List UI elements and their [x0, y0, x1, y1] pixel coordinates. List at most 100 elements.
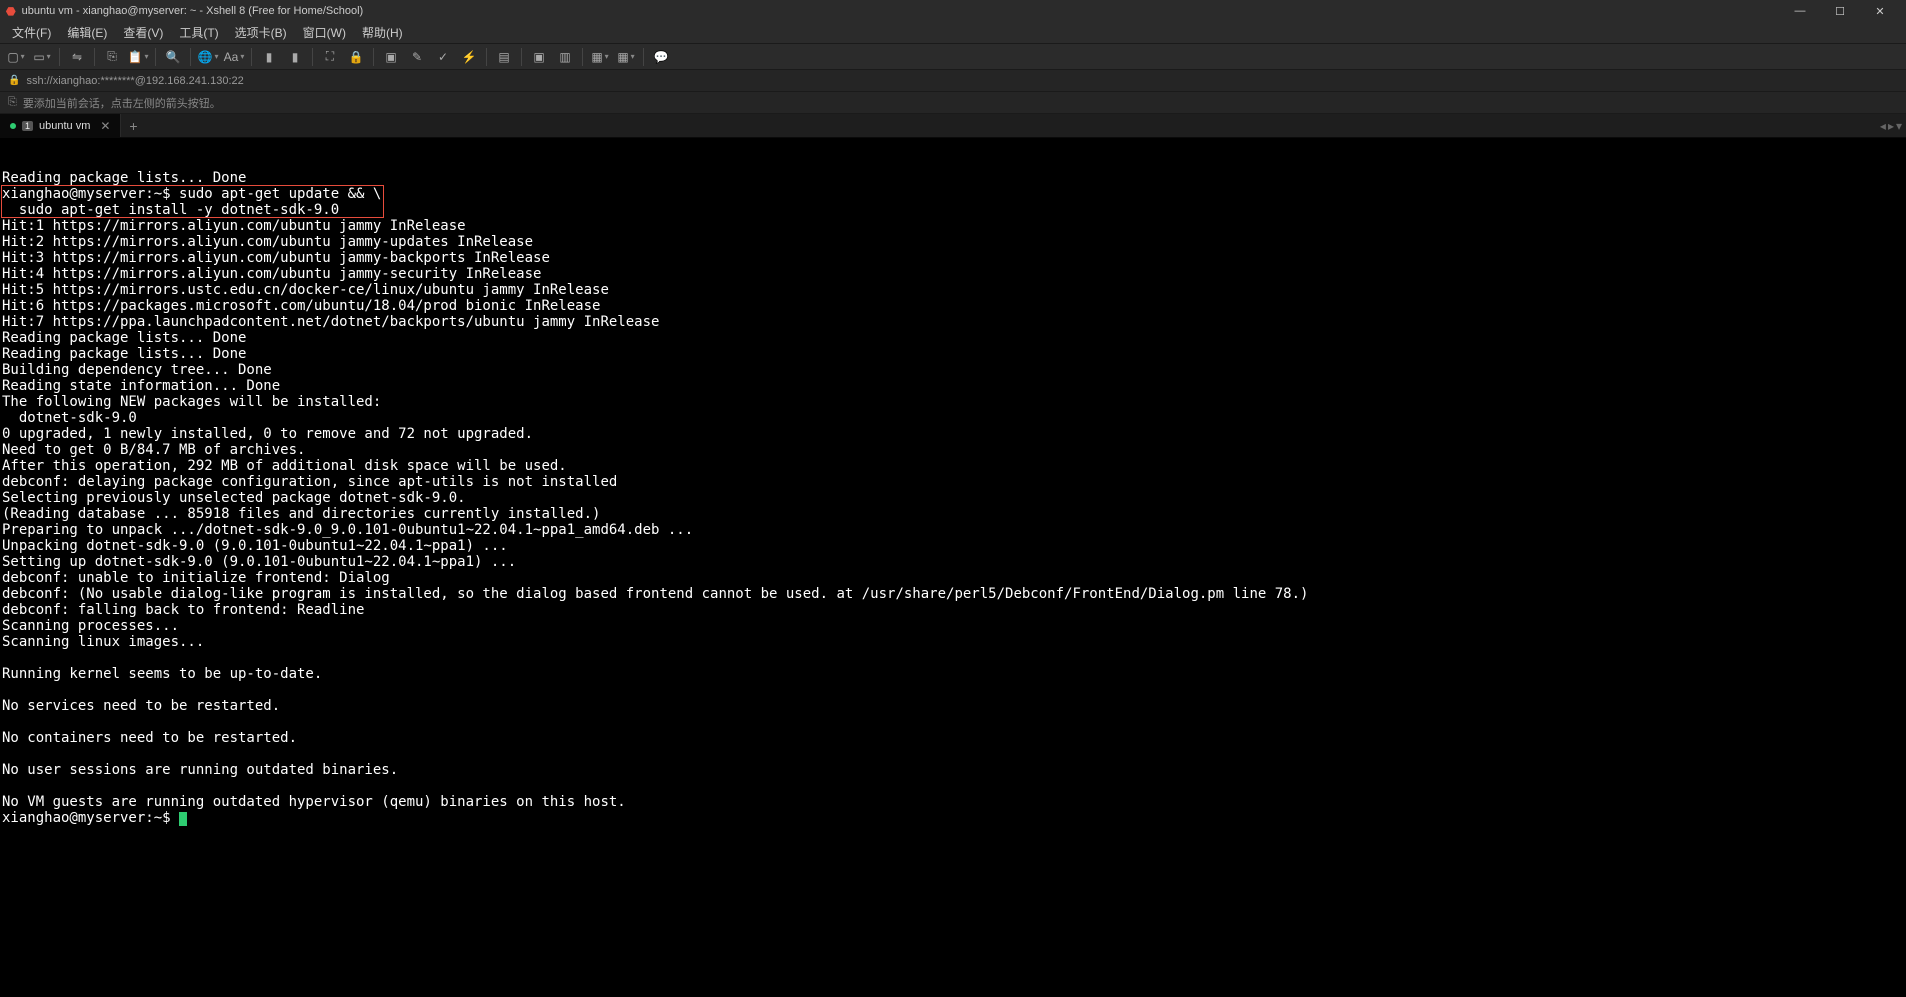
- layout-button[interactable]: ▦: [588, 46, 612, 68]
- reconnect-button[interactable]: ⇋: [65, 46, 89, 68]
- address-text: ssh://xianghao:********@192.168.241.130:…: [26, 75, 243, 87]
- app-icon: ⬣: [6, 5, 16, 18]
- lock-button[interactable]: 🔒: [344, 46, 368, 68]
- menu-help[interactable]: 帮助(H): [354, 22, 411, 43]
- tab-prev-button[interactable]: ◂: [1880, 119, 1886, 133]
- terminal-line: sudo apt-get install -y dotnet-sdk-9.0: [2, 202, 1904, 218]
- terminal-line: Selecting previously unselected package …: [2, 490, 1904, 506]
- terminal-line: Hit:7 https://ppa.launchpadcontent.net/d…: [2, 314, 1904, 330]
- terminal-line: Scanning linux images...: [2, 634, 1904, 650]
- terminal-line: [2, 682, 1904, 698]
- terminal-line: Reading package lists... Done: [2, 346, 1904, 362]
- title-bar: ⬣ ubuntu vm - xianghao@myserver: ~ - Xsh…: [0, 0, 1906, 22]
- terminal-line: xianghao@myserver:~$: [2, 810, 1904, 826]
- separator: [251, 48, 252, 66]
- terminal-line: After this operation, 292 MB of addition…: [2, 458, 1904, 474]
- terminal-line: Hit:1 https://mirrors.aliyun.com/ubuntu …: [2, 218, 1904, 234]
- terminal-line: [2, 714, 1904, 730]
- font-button[interactable]: Aa: [222, 46, 246, 68]
- terminal-line: No user sessions are running outdated bi…: [2, 762, 1904, 778]
- cursor: [179, 812, 187, 826]
- separator: [190, 48, 191, 66]
- address-bar[interactable]: 🔒 ssh://xianghao:********@192.168.241.13…: [0, 70, 1906, 92]
- toolbar-btn-a[interactable]: ▣: [379, 46, 403, 68]
- tab-nav: ◂ ▸ ▾: [1876, 114, 1906, 137]
- toolbar-btn-f[interactable]: ▣: [527, 46, 551, 68]
- close-button[interactable]: ✕: [1860, 0, 1900, 22]
- terminal-line: [2, 746, 1904, 762]
- window-title: ubuntu vm - xianghao@myserver: ~ - Xshel…: [22, 5, 364, 17]
- hint-icon: ⎘: [8, 96, 17, 109]
- terminal-line: No VM guests are running outdated hyperv…: [2, 794, 1904, 810]
- terminal-line: Preparing to unpack .../dotnet-sdk-9.0_9…: [2, 522, 1904, 538]
- terminal-line: Unpacking dotnet-sdk-9.0 (9.0.101-0ubunt…: [2, 538, 1904, 554]
- tab-label: ubuntu vm: [39, 120, 90, 132]
- status-dot-icon: [10, 123, 16, 129]
- toolbar-btn-g[interactable]: ▥: [553, 46, 577, 68]
- color-scheme-1-button[interactable]: ▮: [257, 46, 281, 68]
- encoding-button[interactable]: 🌐: [196, 46, 220, 68]
- terminal-line: No services need to be restarted.: [2, 698, 1904, 714]
- terminal-line: Reading package lists... Done: [2, 330, 1904, 346]
- terminal-line: Hit:3 https://mirrors.aliyun.com/ubuntu …: [2, 250, 1904, 266]
- terminal-line: Need to get 0 B/84.7 MB of archives.: [2, 442, 1904, 458]
- terminal-line: Hit:2 https://mirrors.aliyun.com/ubuntu …: [2, 234, 1904, 250]
- new-tab-button[interactable]: +: [121, 114, 145, 137]
- terminal-line: [2, 778, 1904, 794]
- color-scheme-2-button[interactable]: ▮: [283, 46, 307, 68]
- session-tab[interactable]: 1 ubuntu vm ✕: [0, 114, 121, 137]
- toolbar-btn-b[interactable]: ✎: [405, 46, 429, 68]
- toolbar-btn-e[interactable]: ▤: [492, 46, 516, 68]
- terminal-line: debconf: falling back to frontend: Readl…: [2, 602, 1904, 618]
- tab-bar: 1 ubuntu vm ✕ + ◂ ▸ ▾: [0, 114, 1906, 138]
- fullscreen-button[interactable]: ⛶: [318, 46, 342, 68]
- menu-view[interactable]: 查看(V): [115, 22, 171, 43]
- menu-edit[interactable]: 编辑(E): [59, 22, 115, 43]
- hint-text: 要添加当前会话，点击左侧的箭头按钮。: [23, 95, 221, 111]
- separator: [94, 48, 95, 66]
- tab-list-button[interactable]: ▾: [1896, 119, 1902, 133]
- menu-tabs[interactable]: 选项卡(B): [227, 22, 295, 43]
- terminal-line: (Reading database ... 85918 files and di…: [2, 506, 1904, 522]
- menu-tools[interactable]: 工具(T): [171, 22, 226, 43]
- toolbar: ▢ ▭ ⇋ ⎘ 📋 🔍 🌐 Aa ▮ ▮ ⛶ 🔒 ▣ ✎ ✓ ⚡ ▤ ▣ ▥ ▦…: [0, 44, 1906, 70]
- minimize-button[interactable]: —: [1780, 0, 1820, 22]
- terminal-line: Hit:6 https://packages.microsoft.com/ubu…: [2, 298, 1904, 314]
- tab-close-icon[interactable]: ✕: [100, 119, 110, 133]
- paste-button[interactable]: 📋: [126, 46, 150, 68]
- search-button[interactable]: 🔍: [161, 46, 185, 68]
- tile-button[interactable]: ▦: [614, 46, 638, 68]
- terminal-line: 0 upgraded, 1 newly installed, 0 to remo…: [2, 426, 1904, 442]
- menu-file[interactable]: 文件(F): [4, 22, 59, 43]
- terminal-line: Hit:4 https://mirrors.aliyun.com/ubuntu …: [2, 266, 1904, 282]
- terminal-line: dotnet-sdk-9.0: [2, 410, 1904, 426]
- terminal-line: Reading package lists... Done: [2, 170, 1904, 186]
- terminal-line: debconf: unable to initialize frontend: …: [2, 570, 1904, 586]
- copy-button[interactable]: ⎘: [100, 46, 124, 68]
- open-session-button[interactable]: ▭: [30, 46, 54, 68]
- toolbar-btn-c[interactable]: ✓: [431, 46, 455, 68]
- menu-window[interactable]: 窗口(W): [295, 22, 354, 43]
- terminal[interactable]: Reading package lists... Donexianghao@my…: [0, 138, 1906, 997]
- menu-bar: 文件(F) 编辑(E) 查看(V) 工具(T) 选项卡(B) 窗口(W) 帮助(…: [0, 22, 1906, 44]
- separator: [582, 48, 583, 66]
- terminal-line: debconf: delaying package configuration,…: [2, 474, 1904, 490]
- hint-bar: ⎘ 要添加当前会话，点击左侧的箭头按钮。: [0, 92, 1906, 114]
- terminal-line: Running kernel seems to be up-to-date.: [2, 666, 1904, 682]
- separator: [155, 48, 156, 66]
- terminal-line: Setting up dotnet-sdk-9.0 (9.0.101-0ubun…: [2, 554, 1904, 570]
- separator: [521, 48, 522, 66]
- lock-icon: 🔒: [8, 75, 20, 86]
- tab-next-button[interactable]: ▸: [1888, 119, 1894, 133]
- maximize-button[interactable]: ☐: [1820, 0, 1860, 22]
- chat-button[interactable]: 💬: [649, 46, 673, 68]
- terminal-line: Reading state information... Done: [2, 378, 1904, 394]
- separator: [59, 48, 60, 66]
- separator: [312, 48, 313, 66]
- terminal-line: Scanning processes...: [2, 618, 1904, 634]
- terminal-line: xianghao@myserver:~$ sudo apt-get update…: [2, 186, 1904, 202]
- separator: [486, 48, 487, 66]
- new-session-button[interactable]: ▢: [4, 46, 28, 68]
- terminal-line: No containers need to be restarted.: [2, 730, 1904, 746]
- toolbar-btn-d[interactable]: ⚡: [457, 46, 481, 68]
